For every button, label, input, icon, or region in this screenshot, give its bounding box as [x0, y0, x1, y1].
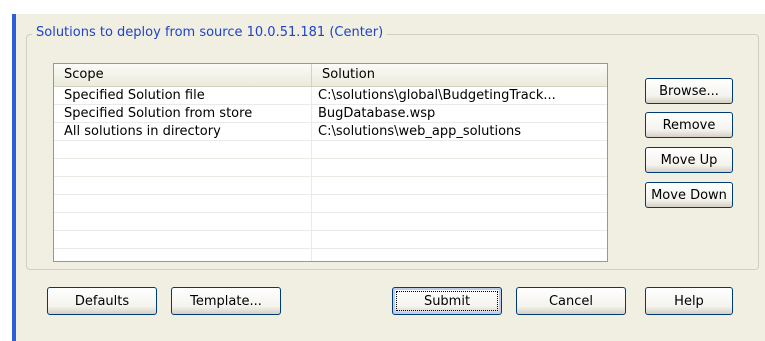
column-header-scope[interactable]: Scope [54, 64, 312, 86]
table-row[interactable] [54, 249, 607, 261]
column-header-solution[interactable]: Solution [312, 64, 607, 86]
cell-scope: Specified Solution from store [54, 105, 312, 122]
list-body: Specified Solution file C:\solutions\glo… [54, 87, 607, 261]
table-row[interactable] [54, 141, 607, 159]
cell-scope [54, 177, 312, 194]
remove-button[interactable]: Remove [645, 112, 733, 138]
cell-solution: C:\solutions\global\BudgetingTrack... [318, 88, 556, 103]
template-button[interactable]: Template... [171, 287, 281, 315]
cell-scope: All solutions in directory [54, 123, 312, 140]
cell-solution [312, 249, 607, 261]
group-title: Solutions to deploy from source 10.0.51.… [32, 25, 388, 41]
cell-solution: C:\solutions\web_app_solutions [318, 124, 522, 139]
help-button[interactable]: Help [645, 287, 733, 315]
solutions-list[interactable]: Scope Solution Specified Solution file C… [53, 63, 608, 262]
move-up-button[interactable]: Move Up [645, 147, 733, 173]
cell-solution [312, 213, 607, 230]
cell-scope: Specified Solution file [54, 87, 312, 104]
cell-solution: BugDatabase.wsp [318, 106, 436, 121]
cell-scope [54, 249, 312, 261]
cell-scope [54, 231, 312, 248]
browse-button[interactable]: Browse... [645, 78, 733, 104]
table-row[interactable]: Specified Solution from store BugDatabas… [54, 105, 607, 123]
submit-button[interactable]: Submit [392, 287, 502, 315]
table-row[interactable] [54, 177, 607, 195]
table-row[interactable] [54, 159, 607, 177]
cancel-button[interactable]: Cancel [516, 287, 626, 315]
list-header: Scope Solution [54, 64, 607, 87]
cell-solution [312, 195, 607, 212]
move-down-button[interactable]: Move Down [645, 182, 733, 208]
cell-scope [54, 141, 312, 158]
table-row[interactable]: Specified Solution file C:\solutions\glo… [54, 87, 607, 105]
cell-scope [54, 159, 312, 176]
table-row[interactable] [54, 231, 607, 249]
defaults-button[interactable]: Defaults [47, 287, 157, 315]
cell-scope [54, 195, 312, 212]
cell-solution [312, 177, 607, 194]
table-row[interactable] [54, 195, 607, 213]
cell-solution [312, 231, 607, 248]
deploy-dialog: Solutions to deploy from source 10.0.51.… [12, 14, 765, 341]
cell-solution [312, 159, 607, 176]
cell-scope [54, 213, 312, 230]
table-row[interactable] [54, 213, 607, 231]
cell-solution [312, 141, 607, 158]
table-row[interactable]: All solutions in directory C:\solutions\… [54, 123, 607, 141]
